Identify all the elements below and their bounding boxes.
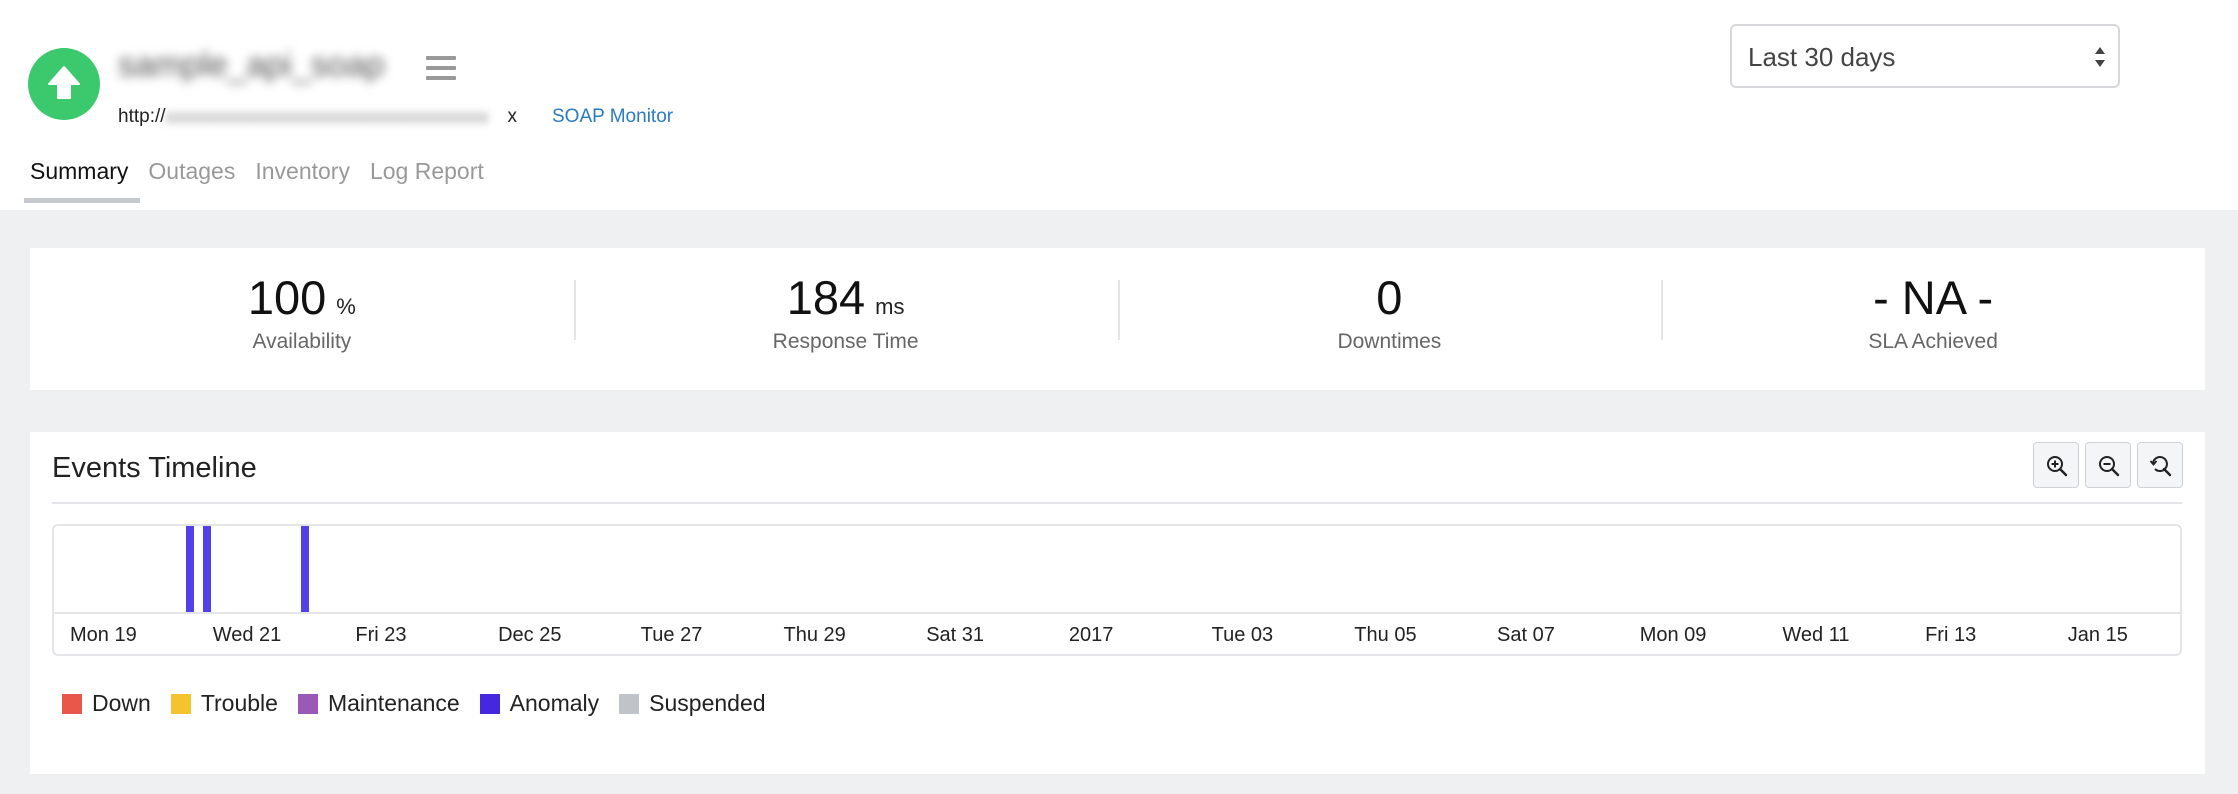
select-arrows-icon — [2095, 47, 2105, 67]
hamburger-menu-icon[interactable] — [426, 56, 456, 80]
zoom-in-button[interactable] — [2033, 442, 2079, 488]
url-prefix: http:// — [118, 106, 166, 127]
timeline-tick-label: Tue 27 — [640, 624, 703, 646]
anomaly-event-bar[interactable] — [301, 526, 309, 612]
tab-summary[interactable]: Summary — [24, 158, 141, 203]
timeline-tick-label: Jan 15 — [2067, 624, 2128, 646]
legend-label: Maintenance — [327, 690, 460, 716]
stat-availability: 100% Availability — [30, 248, 574, 390]
stat-unit: ms — [875, 294, 905, 319]
legend-swatch — [170, 693, 191, 714]
events-legend: Down Trouble Maintenance Anomaly Suspended — [62, 690, 786, 717]
timeline-tick-label: Thu 29 — [783, 624, 846, 646]
stat-response-time: 184 ms Response Time — [573, 248, 1118, 390]
stat-value: - NA - — [1873, 271, 1994, 324]
legend-label: Anomaly — [509, 690, 600, 716]
stat-downtimes: 0 Downtimes — [1117, 248, 1662, 390]
url-hidden: xxxxxxxxxxxxxxxxxxxxxxxxxxxxxxxxxx — [165, 107, 489, 127]
monitor-tabs: Summary Outages Inventory Log Report — [24, 158, 498, 203]
stat-label: Downtimes — [1337, 330, 1442, 353]
legend-swatch — [619, 693, 640, 714]
timeline-tick-label: Tue 03 — [1211, 624, 1274, 646]
stat-value: 100 — [247, 271, 327, 324]
legend-item-anomaly[interactable]: Anomaly — [479, 690, 600, 717]
url-suffix: x — [507, 106, 518, 127]
legend-label: Trouble — [200, 690, 278, 716]
events-timeline-title: Events Timeline — [52, 452, 257, 484]
arrow-up-icon — [48, 66, 80, 99]
monitor-type-link[interactable]: SOAP Monitor — [552, 106, 673, 128]
legend-swatch — [297, 693, 318, 714]
timeline-tick-label: Wed 21 — [212, 624, 282, 646]
stat-label: SLA Achieved — [1868, 330, 1998, 353]
summary-stats: 100% Availability 184 ms Response Time 0 … — [30, 248, 2205, 390]
timeline-tick-label: Thu 05 — [1354, 624, 1417, 646]
timeline-tick-label: Fri 13 — [1925, 624, 1977, 646]
tab-outages[interactable]: Outages — [142, 158, 241, 203]
legend-item-suspended[interactable]: Suspended — [619, 690, 766, 717]
zoom-reset-button[interactable] — [2137, 442, 2183, 488]
monitor-url: http:// xxxxxxxxxxxxxxxxxxxxxxxxxxxxxxxx… — [118, 106, 517, 128]
zoom-out-icon — [2099, 456, 2120, 477]
time-range-select[interactable]: Last 30 days — [1730, 24, 2120, 88]
legend-item-maintenance[interactable]: Maintenance — [297, 690, 460, 717]
zoom-out-button[interactable] — [2085, 442, 2131, 488]
stat-sla-achieved: - NA - SLA Achieved — [1661, 248, 2205, 390]
tab-log-report[interactable]: Log Report — [364, 158, 490, 203]
anomaly-event-bar[interactable] — [203, 526, 211, 612]
anomaly-event-bar[interactable] — [186, 526, 194, 612]
status-up-indicator — [28, 48, 100, 120]
events-timeline-panel: Events Timeline Mon 19 Wed 21 Fri 23 Dec 25… — [30, 432, 2205, 774]
legend-item-trouble[interactable]: Trouble — [170, 690, 278, 717]
legend-label: Down — [92, 690, 151, 716]
timeline-axis — [54, 612, 2180, 614]
timeline-tick-label: Wed 11 — [1782, 624, 1850, 646]
timeline-tick-label: 2017 — [1068, 624, 1114, 646]
stat-unit: % — [336, 294, 356, 319]
zoom-in-icon — [2047, 456, 2068, 477]
timeline-tick-label: Fri 23 — [355, 624, 407, 646]
zoom-reset-icon — [2149, 456, 2172, 477]
tab-inventory[interactable]: Inventory — [249, 158, 356, 203]
stat-label: Availability — [252, 330, 352, 353]
stat-label: Response Time — [772, 330, 919, 353]
legend-swatch — [479, 693, 500, 714]
legend-label: Suspended — [649, 690, 766, 716]
stat-value: 0 — [1376, 271, 1403, 324]
time-range-value: Last 30 days — [1748, 42, 1896, 72]
events-divider — [52, 502, 2182, 504]
timeline-tick-label: Sat 31 — [926, 624, 985, 646]
timeline-tick-label: Dec 25 — [498, 624, 562, 646]
monitor-name: sample_api_soap — [118, 46, 385, 84]
legend-swatch — [62, 693, 82, 714]
timeline-tick-label: Mon 09 — [1639, 624, 1707, 646]
legend-item-down[interactable]: Down — [62, 690, 151, 717]
timeline-tick-label: Mon 19 — [70, 624, 137, 646]
stat-value: 184 — [786, 271, 866, 324]
events-timeline-chart[interactable]: Mon 19 Wed 21 Fri 23 Dec 25 Tue 27 Thu 29 Sat … — [52, 524, 2182, 656]
monitor-header: sample_api_soap http:// xxxxxxxxxxxxxxxx… — [0, 0, 2238, 210]
timeline-tick-label: Sat 07 — [1497, 624, 1555, 646]
